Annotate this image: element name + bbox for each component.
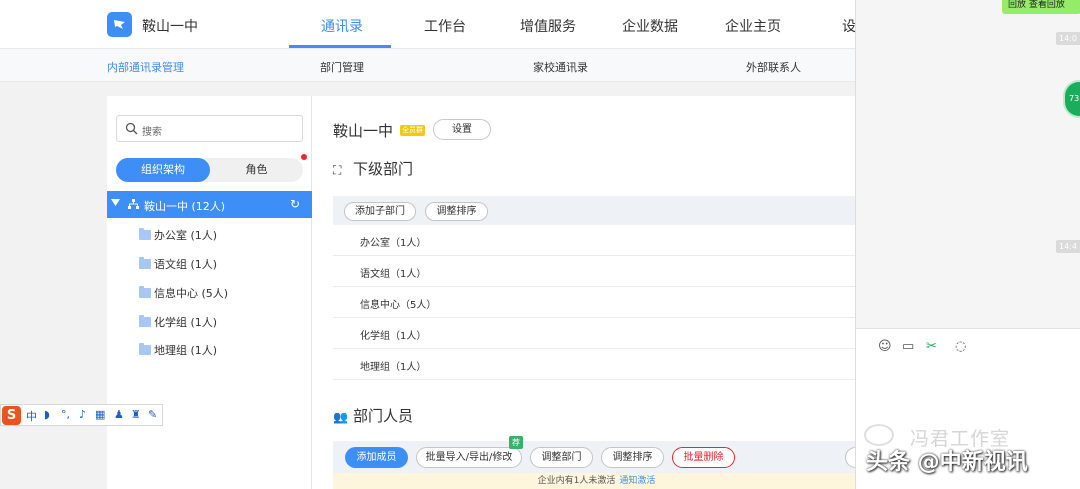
- add-member-button[interactable]: 添加成员: [345, 447, 408, 468]
- tree-item-label: 语文组 (1人): [154, 258, 218, 271]
- tree-root-org[interactable]: 鞍山一中 (12人) ↻: [107, 191, 312, 218]
- folder-icon: [139, 257, 151, 269]
- tab-roles[interactable]: 角色: [210, 158, 303, 182]
- members-toolbar: 添加成员 批量导入/导出/修改 荐 调整部门 调整排序 批量删除 邀: [333, 436, 875, 473]
- sogou-logo-icon[interactable]: S: [2, 406, 21, 425]
- chat-bubble-icon[interactable]: ◌: [955, 339, 966, 354]
- org-name: 鞍山一中: [142, 19, 198, 35]
- top-header: 鞍山一中 通讯录 工作台 增值服务 企业数据 企业主页 设: [0, 0, 860, 48]
- sub-dept-section-title: ⛶ 下级部门: [333, 158, 413, 179]
- floating-badge[interactable]: 73: [1065, 82, 1080, 116]
- activation-notice: 企业内有1人未激活 通知激活: [333, 473, 860, 489]
- org-tree-icon: [128, 199, 139, 209]
- folder-icon: [139, 343, 151, 355]
- nav-value-added[interactable]: 增值服务: [520, 16, 576, 36]
- all-staff-badge: 全员群: [400, 125, 425, 136]
- ime-lang-toggle[interactable]: 中: [26, 408, 37, 424]
- section-title-text: 部门人员: [353, 407, 414, 425]
- adjust-member-sort-button[interactable]: 调整排序: [601, 447, 664, 468]
- adjust-sort-button[interactable]: 调整排序: [425, 202, 488, 221]
- chat-message-bubble[interactable]: 回放 查看回放: [1002, 0, 1080, 14]
- notice-text: 企业内有1人未激活: [537, 476, 616, 486]
- folder-icon: [139, 228, 151, 240]
- subnav-school-contacts[interactable]: 家校通讯录: [533, 59, 588, 75]
- dept-row[interactable]: 办公室（1人）: [333, 225, 860, 256]
- scissors-icon[interactable]: ✂: [926, 339, 937, 354]
- dept-name: 信息中心（5人）: [360, 300, 437, 311]
- folder-icon: [139, 315, 151, 327]
- main-panel: 鞍山一中 全员群 设置 ⛶ 下级部门 添加子部门 调整排序 办公室（1人） 语文组…: [312, 96, 875, 489]
- skin-icon[interactable]: ♜: [131, 408, 141, 421]
- notify-activate-link[interactable]: 通知激活: [619, 476, 655, 486]
- wrench-icon[interactable]: ✎: [148, 408, 157, 421]
- refresh-icon[interactable]: ↻: [290, 197, 300, 211]
- caret-down-icon[interactable]: [111, 199, 120, 207]
- folder-icon: [139, 286, 151, 298]
- sub-nav: 内部通讯录管理 部门管理 家校通讯录 外部联系人: [0, 48, 860, 82]
- batch-delete-button[interactable]: 批量删除: [672, 447, 735, 468]
- moon-icon[interactable]: ◗: [44, 408, 50, 421]
- dept-row[interactable]: 信息中心（5人）: [333, 287, 860, 318]
- dept-row[interactable]: 地理组（1人）: [333, 349, 860, 380]
- settings-button[interactable]: 设置: [433, 119, 491, 140]
- recommend-badge: 荐: [509, 436, 523, 449]
- nav-enterprise-home[interactable]: 企业主页: [725, 16, 781, 36]
- page-title: 鞍山一中: [333, 122, 394, 140]
- punctuation-icon[interactable]: °,: [61, 408, 70, 421]
- dept-row[interactable]: 化学组（1人）: [333, 318, 860, 349]
- ime-toolbar[interactable]: S 中 ◗ °, ♪ ▦ ♟ ♜ ✎: [0, 404, 163, 426]
- subnav-dept-management[interactable]: 部门管理: [320, 59, 364, 75]
- tree-item-label: 地理组 (1人): [154, 344, 218, 357]
- chat-timestamp: 14:0: [1056, 32, 1080, 45]
- microphone-icon[interactable]: ♪: [79, 408, 86, 421]
- nav-workbench[interactable]: 工作台: [424, 16, 466, 36]
- nav-enterprise-data[interactable]: 企业数据: [622, 16, 678, 36]
- dept-name: 语文组（1人）: [360, 269, 427, 280]
- section-title-text: 下级部门: [353, 160, 414, 178]
- batch-import-export-button[interactable]: 批量导入/导出/修改: [416, 447, 522, 468]
- nav-settings[interactable]: 设: [842, 16, 856, 36]
- chat-timestamp: 14:4: [1056, 240, 1080, 253]
- tree-root-label: 鞍山一中 (12人): [144, 200, 226, 213]
- members-section-title: 👥 部门人员: [333, 405, 413, 426]
- subnav-internal-contacts[interactable]: 内部通讯录管理: [107, 59, 184, 75]
- folder-icon[interactable]: ▭: [902, 339, 914, 354]
- dingtalk-logo-icon: [107, 12, 132, 37]
- search-input[interactable]: 搜索: [116, 115, 303, 142]
- subnav-external-contacts[interactable]: 外部联系人: [746, 59, 801, 75]
- keyboard-icon[interactable]: ▦: [95, 408, 105, 421]
- nav-contacts[interactable]: 通讯录: [321, 16, 363, 36]
- users-icon: 👥: [333, 410, 348, 424]
- dept-name: 地理组（1人）: [360, 362, 427, 373]
- search-icon: [125, 122, 138, 135]
- org-tree-icon: ⛶: [333, 163, 342, 177]
- sub-dept-toolbar: 添加子部门 调整排序: [333, 196, 860, 225]
- org-sidebar: 搜索 组织架构 角色 鞍山一中 (12人) ↻ 办公室 (1人) 语文组 (1人…: [107, 96, 312, 489]
- notification-dot: [301, 154, 307, 160]
- dept-name: 化学组（1人）: [360, 331, 427, 342]
- add-sub-dept-button[interactable]: 添加子部门: [344, 202, 416, 221]
- dept-name: 办公室（1人）: [360, 238, 427, 249]
- chat-panel: 回放 查看回放 14:0 73 14:4 ☺ ▭ ✂ ◌: [855, 0, 1080, 489]
- adjust-dept-button[interactable]: 调整部门: [530, 447, 593, 468]
- tree-item-label: 办公室 (1人): [154, 229, 218, 242]
- emoji-icon[interactable]: ☺: [878, 339, 892, 354]
- user-icon[interactable]: ♟: [114, 408, 124, 421]
- tree-item-label: 信息中心 (5人): [154, 287, 229, 300]
- sidebar-tabs: 组织架构 角色: [116, 158, 303, 182]
- dept-row[interactable]: 语文组（1人）: [333, 256, 860, 287]
- tree-item-label: 化学组 (1人): [154, 316, 218, 329]
- tab-org-structure[interactable]: 组织架构: [116, 158, 210, 182]
- search-placeholder: 搜索: [142, 127, 162, 138]
